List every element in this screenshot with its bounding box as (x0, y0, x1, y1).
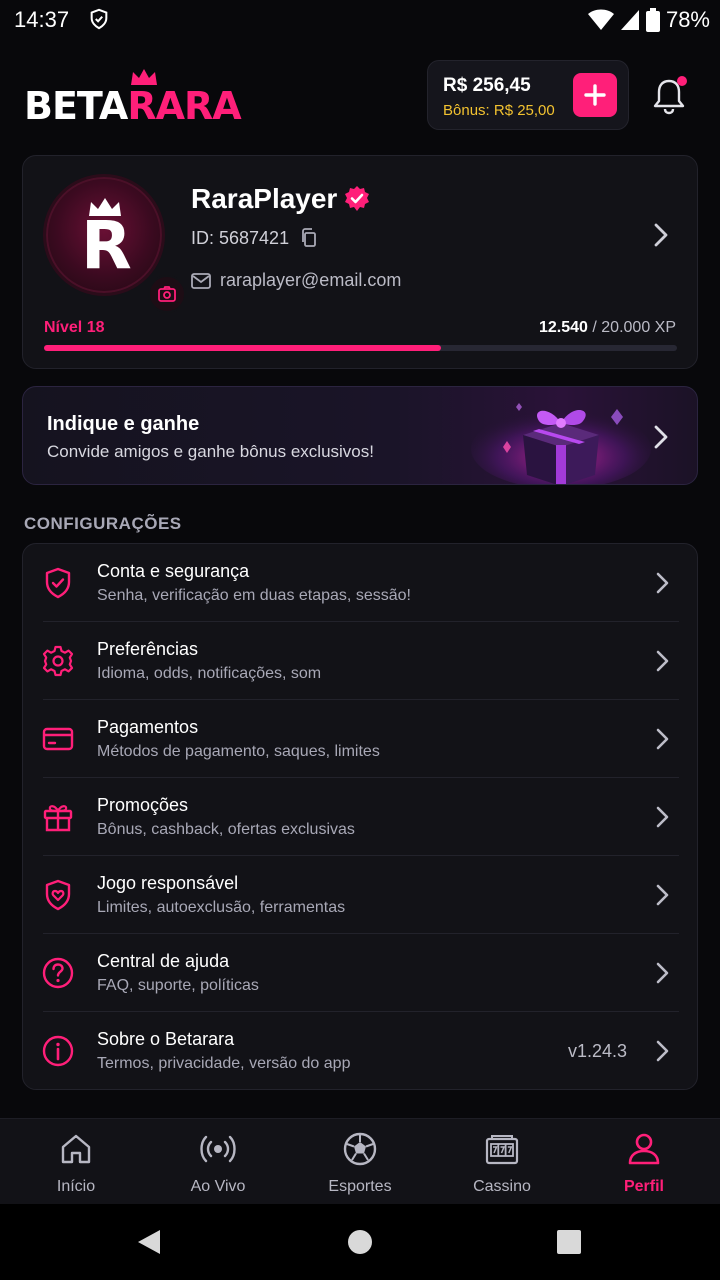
settings-item-title: Preferências (97, 639, 199, 659)
gift-box-illustration (471, 403, 651, 484)
settings-item-payments[interactable]: Pagamentos Métodos de pagamento, saques,… (23, 700, 699, 778)
settings-list: Conta e segurança Senha, verificação em … (22, 543, 698, 1090)
settings-item-title: Pagamentos (97, 717, 199, 737)
settings-item-title: Jogo responsável (97, 873, 239, 893)
status-bar: 14:37 78% (0, 0, 720, 40)
home-button-icon[interactable] (347, 1229, 373, 1255)
settings-item-subtitle: Métodos de pagamento, saques, limites (97, 743, 380, 760)
shield-icon (90, 8, 108, 30)
avatar[interactable]: R (43, 174, 186, 313)
nav-label: Cassino (473, 1178, 531, 1195)
xp-progress-fill (44, 345, 441, 351)
avatar-letter: R (81, 207, 132, 284)
settings-section-title: CONFIGURAÇÕES (24, 514, 182, 533)
user-id: ID: 5687421 (191, 228, 290, 248)
nav-label: Perfil (623, 1178, 664, 1195)
info-circle-icon (42, 1035, 74, 1067)
settings-item-subtitle: Termos, privacidade, versão do app (97, 1055, 351, 1072)
nav-item-sports[interactable]: Esportes (300, 1119, 420, 1205)
settings-item-subtitle: Bônus, cashback, ofertas exclusivas (97, 821, 355, 838)
live-broadcast-icon (200, 1135, 236, 1163)
mail-icon (191, 273, 211, 289)
logo-text: BETARARA (24, 84, 242, 128)
shield-heart-icon (45, 879, 71, 911)
chevron-right-icon[interactable] (651, 424, 671, 450)
settings-item-help-center[interactable]: Central de ajuda FAQ, suporte, políticas (23, 934, 699, 1012)
plus-icon (584, 84, 606, 106)
change-photo-button[interactable] (148, 275, 186, 313)
settings-item-preferences[interactable]: Preferências Idioma, odds, notificações,… (23, 622, 699, 700)
nav-label: Esportes (328, 1178, 392, 1195)
settings-item-title: Sobre o Betarara (97, 1029, 235, 1049)
battery-level: 78% (665, 7, 710, 32)
user-email: raraplayer@email.com (220, 270, 402, 290)
settings-item-subtitle: Idioma, odds, notificações, som (97, 665, 322, 682)
settings-item-title: Conta e segurança (97, 561, 250, 581)
settings-item-account-security[interactable]: Conta e segurança Senha, verificação em … (23, 544, 699, 622)
nav-label: Ao Vivo (190, 1178, 246, 1195)
chevron-right-icon[interactable] (651, 222, 671, 248)
nav-item-casino[interactable]: Cassino (442, 1119, 562, 1205)
chevron-right-icon (656, 728, 669, 750)
verified-badge-icon (345, 186, 369, 211)
profile-card[interactable]: R RaraPlayer ID: 5687421 raraplayer@emai… (22, 155, 698, 369)
nav-item-live[interactable]: Ao Vivo (158, 1119, 278, 1205)
camera-icon (158, 286, 176, 302)
status-time: 14:37 (14, 7, 70, 32)
level-label: Nível 18 (44, 319, 105, 336)
home-icon (61, 1134, 91, 1164)
signal-icon (620, 10, 639, 30)
settings-item-about[interactable]: Sobre o Betarara Termos, privacidade, ve… (23, 1012, 699, 1090)
chevron-right-icon (656, 650, 669, 672)
balance-amount: R$ 256,45 (443, 75, 531, 96)
settings-item-responsible-gaming[interactable]: Jogo responsável Limites, autoexclusão, … (23, 856, 699, 934)
question-circle-icon (42, 957, 74, 989)
shield-check-icon (45, 567, 71, 599)
status-indicators: 78% (587, 7, 710, 33)
nav-label: Início (56, 1178, 96, 1195)
bonus-amount: Bônus: R$ 25,00 (443, 102, 555, 119)
user-icon (628, 1133, 660, 1165)
chevron-right-icon (656, 962, 669, 984)
nav-item-home[interactable]: Início (16, 1119, 136, 1205)
username: RaraPlayer (191, 183, 338, 214)
chevron-right-icon (656, 1040, 669, 1062)
referral-title: Indique e ganhe (47, 413, 200, 435)
settings-item-title: Central de ajuda (97, 951, 230, 971)
soccer-ball-icon (343, 1132, 377, 1166)
recents-icon[interactable] (556, 1229, 582, 1255)
gear-icon (42, 645, 74, 677)
credit-card-icon (42, 727, 74, 751)
battery-icon (645, 8, 660, 32)
wallet-balance[interactable]: R$ 256,45 Bônus: R$ 25,00 (427, 60, 629, 130)
settings-item-promotions[interactable]: Promoções Bônus, cashback, ofertas exclu… (23, 778, 699, 856)
back-icon[interactable] (136, 1229, 162, 1255)
xp-counter: 12.540 / 20.000 XP (539, 319, 676, 336)
notification-dot (677, 76, 687, 86)
xp-progress-bar (44, 345, 677, 351)
system-navigation-bar (0, 1204, 720, 1280)
app-version: v1.24.3 (567, 1041, 627, 1061)
settings-item-subtitle: Limites, autoexclusão, ferramentas (97, 899, 346, 916)
nav-item-profile[interactable]: Perfil (584, 1119, 704, 1205)
wifi-icon (587, 9, 614, 30)
referral-subtitle: Convide amigos e ganhe bônus exclusivos! (47, 442, 374, 461)
settings-item-subtitle: FAQ, suporte, políticas (97, 977, 259, 994)
chevron-right-icon (656, 572, 669, 594)
slot-machine-icon (485, 1135, 519, 1165)
chevron-right-icon (656, 884, 669, 906)
chevron-right-icon (656, 806, 669, 828)
settings-item-subtitle: Senha, verificação em duas etapas, sessã… (97, 587, 411, 604)
referral-banner[interactable]: Indique e ganhe Convide amigos e ganhe b… (22, 386, 698, 485)
settings-item-title: Promoções (97, 795, 189, 815)
gift-icon (43, 805, 73, 832)
deposit-button[interactable] (573, 73, 617, 117)
betarara-logo[interactable]: BETARARA (24, 68, 254, 128)
bottom-navigation: Início Ao Vivo Esportes Cassino Perfil (0, 1118, 720, 1204)
app-header: BETARARA R$ 256,45 Bônus: R$ 25,00 (0, 56, 720, 136)
copy-icon[interactable] (300, 228, 318, 248)
